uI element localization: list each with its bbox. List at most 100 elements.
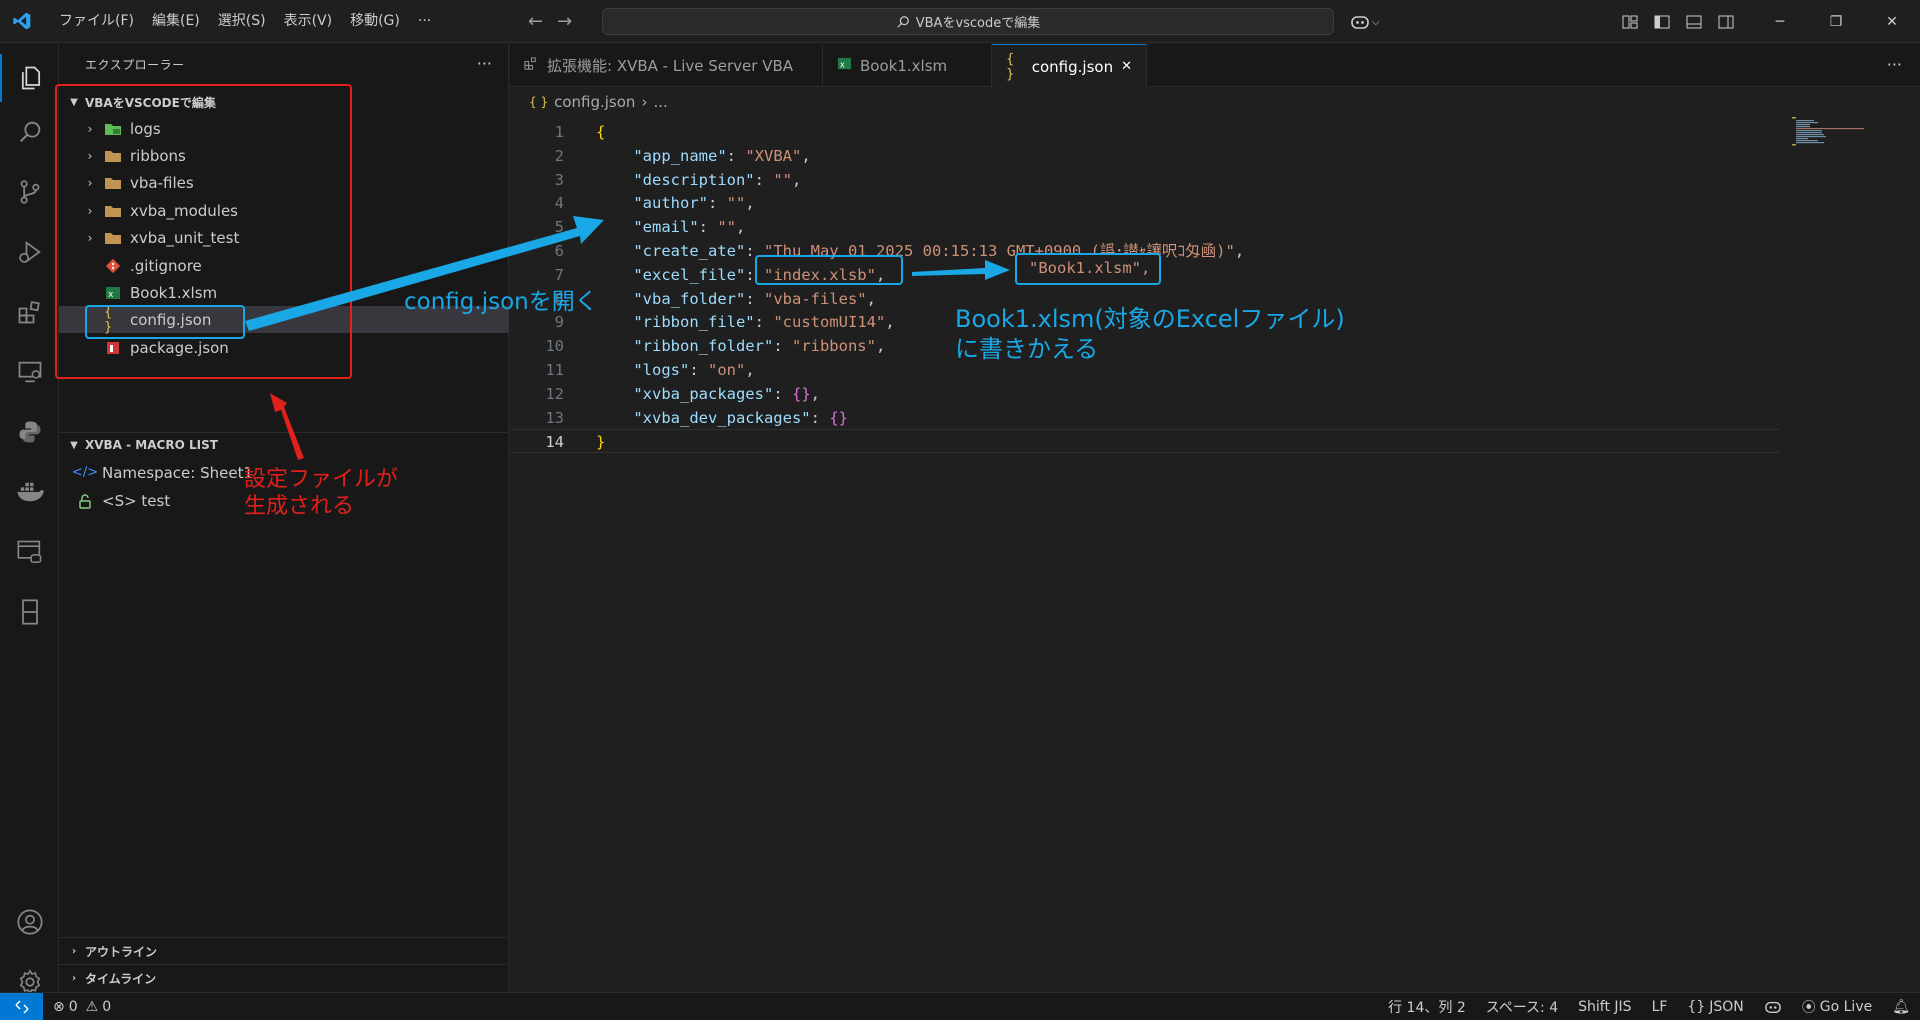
code-token: : [754,170,774,189]
forward-arrow-icon[interactable]: → [557,11,572,32]
timeline-title: タイムライン [85,971,157,986]
code-line[interactable]: 1{ [510,120,1780,144]
toggle-primary-sidebar-icon[interactable] [1651,11,1673,33]
code-line[interactable]: 12 "xvba_packages": {}, [510,382,1780,406]
remote-indicator-icon[interactable] [0,992,43,1020]
line-number: 2 [554,146,564,165]
end-of-line[interactable]: LF [1652,999,1668,1015]
code-token: "description" [633,170,755,189]
editor-more-icon[interactable]: ··· [1887,44,1902,87]
code-line[interactable]: 4 "author": "", [510,191,1780,215]
code-token: , [810,384,820,403]
account-icon[interactable] [0,898,59,946]
menu-go[interactable]: 移動(G) [341,0,409,43]
copilot-button[interactable]: ⌵ [1350,10,1380,34]
tab-book1[interactable]: x Book1.xlsm [823,44,992,87]
problems-indicator[interactable]: ⊗ 0 ⚠ 0 [53,999,111,1015]
explorer-icon[interactable] [0,54,59,102]
encoding[interactable]: Shift JIS [1578,999,1631,1015]
code-text: "logs": "on", [596,358,754,382]
breadcrumb-rest[interactable]: ... [653,93,667,111]
language-mode[interactable]: {} JSON [1687,999,1743,1015]
tab-label: Book1.xlsm [860,56,948,75]
menu-more[interactable]: ··· [409,0,440,43]
line-number: 13 [545,408,564,427]
macro-list-title: XVBA - MACRO LIST [85,438,218,452]
command-center-search[interactable]: VBAをvscodeで編集 [602,8,1334,35]
code-token: "ribbon_file" [633,313,755,332]
remote-explorer-icon[interactable] [0,348,59,396]
code-line[interactable]: 2 "app_name": "XVBA", [510,144,1780,168]
code-token: "xvba_packages" [633,384,774,403]
back-arrow-icon[interactable]: ← [528,11,543,32]
close-tab-icon[interactable]: ✕ [1121,59,1132,74]
code-line[interactable]: 14} [510,429,1780,454]
code-token: "logs" [633,361,690,379]
customize-layout-icon[interactable] [1619,11,1641,33]
copilot-status-icon[interactable] [1764,999,1782,1015]
code-editor[interactable]: 1{2 "app_name": "XVBA", 3 "description": … [510,115,1920,992]
menu-view[interactable]: 表示(V) [275,0,342,43]
go-live-button[interactable]: ⦿ Go Live [1802,997,1872,1017]
outline-section-header[interactable]: › アウトライン [59,939,509,963]
docker-icon[interactable] [0,468,59,516]
sidebar-more-icon[interactable]: ··· [477,44,492,86]
run-debug-icon[interactable] [0,228,59,276]
code-token: "" [717,218,736,237]
line-number: 10 [545,337,564,356]
cursor-position[interactable]: 行 14、列 2 [1388,997,1466,1017]
code-token: , [801,146,811,165]
code-text: "app_name": "XVBA", [596,144,811,168]
xvba-icon[interactable] [0,588,59,636]
code-line[interactable]: 3 "description": "", [510,168,1780,192]
tab-config-json[interactable]: { } config.json ✕ [992,44,1147,88]
activity-bar [0,44,59,995]
close-window-icon[interactable]: ✕ [1864,0,1920,43]
breadcrumb-file[interactable]: config.json [554,93,635,111]
source-control-icon[interactable] [0,168,59,216]
tab-extension-xvba[interactable]: 拡張機能: XVBA - Live Server VBA [510,44,823,87]
database-icon[interactable] [0,528,59,576]
code-text: } [596,430,605,454]
code-token: "ribbons" [791,337,876,356]
code-token: : [689,361,708,379]
section-divider [59,937,509,938]
menu-edit[interactable]: 編集(E) [143,0,209,43]
indentation[interactable]: スペース: 4 [1486,997,1558,1017]
minimap[interactable] [1790,116,1865,146]
code-line[interactable]: 5 "email": "", [510,215,1780,239]
code-token: {} [829,408,848,427]
code-text: "xvba_dev_packages": {} [596,406,848,430]
code-token: "xvba_dev_packages" [633,408,811,427]
svg-text:x: x [840,59,845,69]
code-token: { [596,123,606,141]
extensions-icon [524,56,539,75]
macro-list-section-header[interactable]: ▼ XVBA - MACRO LIST [59,433,509,457]
title-bar: ファイル(F) 編集(E) 選択(S) 表示(V) 移動(G) ··· ← → … [0,0,1920,43]
line-number: 11 [545,361,564,379]
toggle-panel-icon[interactable] [1683,11,1705,33]
timeline-section-header[interactable]: › タイムライン [59,966,509,990]
chevron-down-icon: ⌵ [1372,16,1380,28]
code-token: "customUI14" [773,313,886,332]
code-token: : [754,313,774,332]
extensions-icon[interactable] [0,288,59,336]
annotation-generated-line1: 設定ファイルが [244,467,399,492]
restore-icon[interactable]: ❐ [1808,0,1864,43]
code-line[interactable]: 13 "xvba_dev_packages": {} [510,406,1780,430]
toggle-secondary-sidebar-icon[interactable] [1715,11,1737,33]
menu-selection[interactable]: 選択(S) [209,0,275,43]
notifications-bell-icon[interactable]: 🔔︎ [1892,999,1910,1015]
python-icon[interactable] [0,408,59,456]
code-token: {} [791,384,811,403]
minimize-icon[interactable]: ─ [1752,0,1808,43]
code-token: : [698,218,718,237]
braces-icon: {} [1687,999,1706,1015]
search-icon[interactable] [0,108,59,156]
code-token: "vba-files" [763,289,867,308]
menu-file[interactable]: ファイル(F) [50,0,143,43]
